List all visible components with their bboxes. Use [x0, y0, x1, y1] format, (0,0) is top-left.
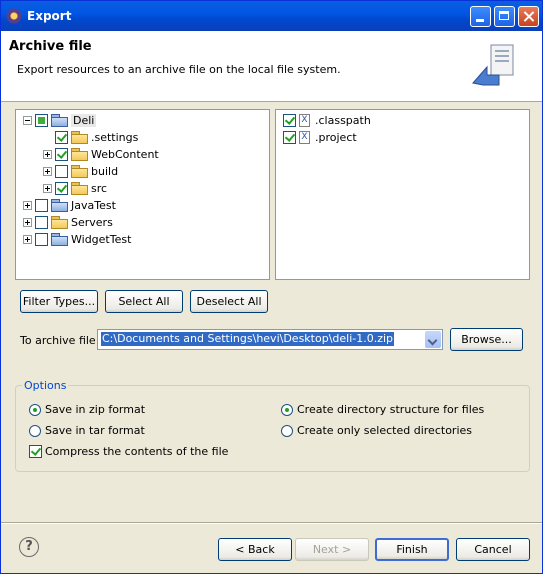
- tree-item[interactable]: .settings: [43, 129, 138, 145]
- tree-item-label: WidgetTest: [71, 232, 132, 246]
- directory-structure-label: Create directory structure for files: [297, 403, 485, 416]
- tree-item-checkbox[interactable]: [35, 215, 48, 229]
- page-title: Archive file: [9, 39, 92, 54]
- page-description: Export resources to an archive file on t…: [17, 63, 341, 76]
- zip-format-radio[interactable]: [29, 403, 41, 416]
- maximize-button[interactable]: [494, 6, 515, 27]
- tree-item-label: JavaTest: [71, 198, 116, 212]
- x-file-icon: X: [299, 113, 310, 127]
- export-dialog: Export Archive file Export resources to …: [0, 0, 543, 574]
- tree-item[interactable]: WebContent: [43, 146, 159, 162]
- expand-icon[interactable]: [43, 149, 52, 159]
- tree-item-checkbox[interactable]: [55, 164, 68, 178]
- tree-item-checkbox[interactable]: [55, 181, 68, 195]
- tree-item[interactable]: Servers: [23, 214, 113, 230]
- directory-structure-radio[interactable]: [281, 403, 293, 416]
- export-wizard-icon: [472, 44, 514, 86]
- wizard-banner: Archive file Export resources to an arch…: [1, 31, 542, 102]
- tree-item[interactable]: build: [43, 163, 118, 179]
- close-button[interactable]: [518, 6, 539, 27]
- project-icon: [51, 114, 68, 127]
- tree-item-checkbox[interactable]: [35, 198, 48, 212]
- compress-label: Compress the contents of the file: [45, 445, 229, 458]
- chevron-down-icon[interactable]: [425, 331, 441, 348]
- directory-structure-option[interactable]: Create directory structure for files: [281, 403, 484, 416]
- deselect-all-button[interactable]: Deselect All: [190, 290, 268, 313]
- archive-file-value[interactable]: C:\Documents and Settings\hevi\Desktop\d…: [101, 332, 395, 346]
- file-list-item[interactable]: X .classpath: [283, 112, 371, 128]
- file-label: .classpath: [315, 113, 371, 127]
- selected-directories-radio[interactable]: [281, 424, 293, 437]
- help-icon[interactable]: ?: [19, 537, 39, 557]
- collapse-icon[interactable]: [23, 115, 32, 125]
- tree-item-checkbox[interactable]: [55, 147, 68, 161]
- filter-types-button[interactable]: Filter Types...: [20, 290, 98, 313]
- expand-icon[interactable]: [43, 183, 52, 193]
- footer-separator: [1, 522, 542, 524]
- tree-item-label: src: [91, 181, 108, 195]
- project-icon: [51, 199, 68, 212]
- minimize-button[interactable]: [470, 6, 491, 27]
- select-all-button[interactable]: Select All: [105, 290, 183, 313]
- folder-icon: [71, 165, 88, 178]
- project-icon: [51, 233, 68, 246]
- tree-item[interactable]: JavaTest: [23, 197, 116, 213]
- window-title: Export: [27, 9, 72, 23]
- browse-button[interactable]: Browse...: [450, 328, 523, 351]
- folder-icon: [51, 216, 68, 229]
- expand-icon[interactable]: [43, 166, 52, 176]
- options-title: Options: [22, 379, 69, 392]
- tree-item-label: build: [91, 164, 119, 178]
- tree-item-label: Servers: [71, 215, 113, 229]
- finish-button[interactable]: Finish: [375, 538, 449, 561]
- file-checkbox[interactable]: [283, 113, 296, 127]
- tar-format-option[interactable]: Save in tar format: [29, 424, 145, 437]
- tar-format-radio[interactable]: [29, 424, 41, 437]
- tree-item-label: .settings: [91, 130, 139, 144]
- archive-file-label: To archive file:: [20, 334, 100, 347]
- file-checkbox[interactable]: [283, 130, 296, 144]
- next-button[interactable]: Next >: [295, 538, 369, 561]
- tree-item[interactable]: WidgetTest: [23, 231, 131, 247]
- compress-option[interactable]: Compress the contents of the file: [29, 445, 228, 458]
- selected-directories-option[interactable]: Create only selected directories: [281, 424, 472, 437]
- selected-directories-label: Create only selected directories: [297, 424, 472, 437]
- folder-icon: [71, 182, 88, 195]
- cancel-button[interactable]: Cancel: [456, 538, 530, 561]
- eclipse-icon: [6, 8, 22, 24]
- tree-item-label: Deli: [71, 113, 97, 127]
- file-list-item[interactable]: X .project: [283, 129, 357, 145]
- title-bar[interactable]: Export: [1, 1, 542, 31]
- zip-format-option[interactable]: Save in zip format: [29, 403, 145, 416]
- tree-item-label: WebContent: [91, 147, 159, 161]
- compress-checkbox[interactable]: [29, 445, 42, 458]
- file-label: .project: [315, 130, 357, 144]
- tree-item-checkbox[interactable]: [55, 130, 68, 144]
- folder-icon: [71, 148, 88, 161]
- expand-icon[interactable]: [23, 234, 32, 244]
- file-list[interactable]: X .classpath X .project: [275, 109, 530, 280]
- back-button[interactable]: < Back: [218, 538, 292, 561]
- tree-item-checkbox[interactable]: [35, 113, 48, 127]
- tar-format-label: Save in tar format: [45, 424, 145, 437]
- zip-format-label: Save in zip format: [45, 403, 146, 416]
- tree-item[interactable]: Deli: [23, 112, 97, 128]
- tree-item-checkbox[interactable]: [35, 232, 48, 246]
- expand-icon[interactable]: [23, 217, 32, 227]
- expand-icon[interactable]: [23, 200, 32, 210]
- archive-file-combo[interactable]: C:\Documents and Settings\hevi\Desktop\d…: [97, 329, 443, 350]
- tree-item[interactable]: src: [43, 180, 107, 196]
- resource-tree[interactable]: Deli .settings WebContent build src JavaTest S…: [15, 109, 270, 280]
- expand-icon: [43, 133, 52, 142]
- x-file-icon: X: [299, 130, 310, 144]
- folder-icon: [71, 131, 88, 144]
